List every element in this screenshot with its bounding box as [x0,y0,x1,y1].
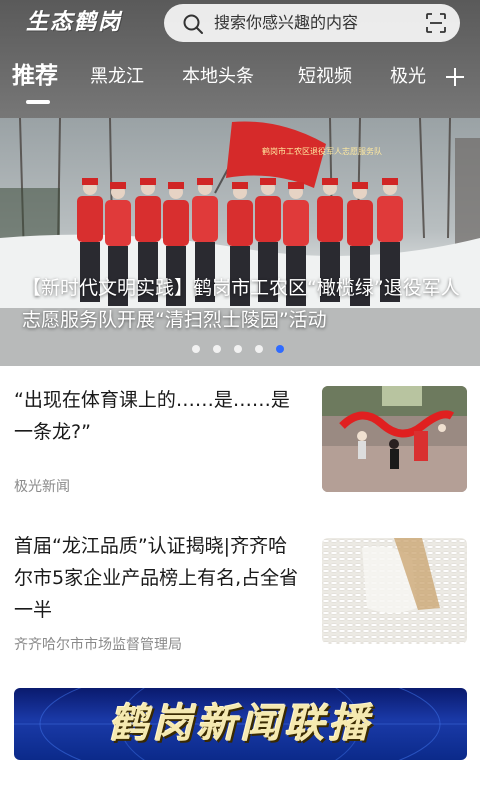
person-vest [317,196,343,242]
search-box[interactable]: 搜索你感兴趣的内容 [164,4,460,42]
hero-caption: 【新时代文明实践】鹤岗市工农区“橄榄绿”退役军人志愿服务队开展“清扫烈士陵园”活… [22,277,460,331]
person-vest [163,200,189,246]
news-broadcast-banner[interactable]: 鹤岗新闻联播 [14,688,467,760]
news-item[interactable]: 首届“龙江品质”认证揭晓|齐齐哈尔市5家企业产品榜上有名,占全省一半 齐齐哈尔市… [0,514,480,674]
person-cap [140,178,156,185]
person-cap [288,182,304,189]
person-vest [227,200,253,246]
tab-local-headlines[interactable]: 本地头条 [182,57,254,97]
carousel-dot[interactable] [255,345,263,353]
hero-carousel[interactable]: 鹤岗市工农区退役军人志愿服务队 【新时代文明实践】鹤岗市工农区“橄榄绿”退役军人… [0,118,480,366]
news-source: 齐齐哈尔市市场监督管理局 [14,637,182,653]
tab-jiguang[interactable]: 极光 [390,57,426,97]
person-cap [232,182,248,189]
person-cap [197,178,213,185]
person-vest [135,196,161,242]
person-vest [192,196,218,242]
channel-tabs: 推荐 黑龙江 本地头条 短视频 极光 [0,56,480,106]
hero-flag-text: 鹤岗市工农区退役军人志愿服务队 [262,146,382,156]
person-vest [77,196,103,242]
scan-icon[interactable] [426,13,446,33]
add-channel-icon[interactable] [444,66,466,88]
person-vest [105,200,131,246]
news-title[interactable]: 首届“龙江品质”认证揭晓|齐齐哈尔市5家企业产品榜上有名,占全省一半 [14,530,304,626]
person-vest [377,196,403,242]
carousel-indicator [192,345,284,355]
top-bar: 生态鹤岗 搜索你感兴趣的内容 推荐 黑龙江 本地头条 短视频 极光 [0,0,480,118]
person-cap [82,178,98,185]
person-vest [283,200,309,246]
tab-short-video[interactable]: 短视频 [298,57,352,97]
person-cap [352,182,368,189]
carousel-dot[interactable] [213,345,221,353]
tab-heilongjiang[interactable]: 黑龙江 [90,57,144,97]
person-cap [110,182,126,189]
news-thumbnail[interactable] [322,386,467,492]
person-vest [255,196,281,242]
carousel-dot[interactable] [234,345,242,353]
person-vest [347,200,373,246]
app-logo[interactable]: 生态鹤岗 [26,8,122,38]
search-icon [183,14,203,34]
carousel-dot[interactable] [192,345,200,353]
carousel-dot-active[interactable] [276,345,284,353]
tab-recommend[interactable]: 推荐 [12,56,58,96]
news-thumbnail[interactable] [322,538,467,644]
person-cap [382,178,398,185]
person-cap [260,178,276,185]
news-item[interactable]: “出现在体育课上的……是……是一条龙?” 极光新闻 [0,366,480,514]
banner-title: 鹤岗新闻联播 [108,701,373,747]
news-source: 极光新闻 [14,479,70,495]
news-title[interactable]: “出现在体育课上的……是……是一条龙?” [14,384,304,448]
person-cap [322,178,338,185]
search-placeholder: 搜索你感兴趣的内容 [214,13,359,32]
active-tab-indicator [26,100,50,104]
person-cap [168,182,184,189]
